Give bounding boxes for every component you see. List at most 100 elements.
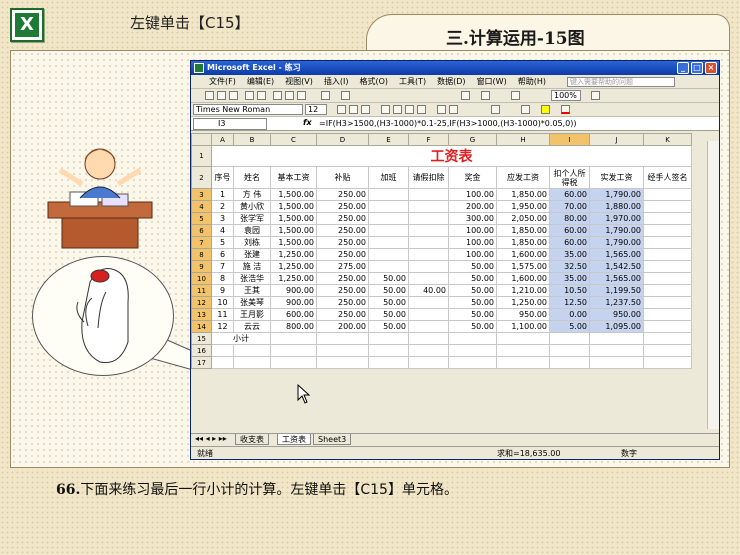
table-header-cell[interactable]: 加班 <box>368 166 409 189</box>
data-cell[interactable] <box>316 344 369 357</box>
data-cell[interactable]: 50.00 <box>368 272 409 285</box>
data-cell[interactable]: 1,210.00 <box>496 284 550 297</box>
data-cell[interactable]: 12.50 <box>549 296 590 309</box>
data-cell[interactable] <box>549 356 590 369</box>
italic-icon[interactable] <box>349 105 358 114</box>
font-size-select[interactable]: 12 <box>305 104 327 115</box>
data-cell[interactable] <box>408 260 449 273</box>
preview-icon[interactable] <box>257 91 266 100</box>
data-cell[interactable] <box>368 188 409 201</box>
row-header[interactable]: 6 <box>191 224 212 237</box>
data-cell[interactable]: 60.00 <box>549 188 590 201</box>
data-cell[interactable]: 50.00 <box>448 320 497 333</box>
table-header-cell[interactable]: 实发工资 <box>589 166 644 189</box>
data-cell[interactable]: 50.00 <box>448 272 497 285</box>
data-cell[interactable]: 1,250.00 <box>270 260 317 273</box>
select-all-corner[interactable] <box>191 133 212 146</box>
data-cell[interactable]: 60.00 <box>549 224 590 237</box>
data-cell[interactable]: 1,100.00 <box>496 320 550 333</box>
data-cell[interactable]: 张美琴 <box>233 296 271 309</box>
data-cell[interactable]: 1,500.00 <box>270 188 317 201</box>
data-cell[interactable] <box>408 248 449 261</box>
data-cell[interactable] <box>589 332 644 345</box>
data-cell[interactable]: 1,250.00 <box>496 296 550 309</box>
data-cell[interactable]: 1,880.00 <box>589 200 644 213</box>
data-cell[interactable]: 7 <box>211 260 234 273</box>
data-cell[interactable]: 100.00 <box>448 224 497 237</box>
indent-icon[interactable] <box>491 105 500 114</box>
data-cell[interactable] <box>643 332 692 345</box>
column-header[interactable]: I <box>549 133 590 146</box>
column-header[interactable]: F <box>408 133 449 146</box>
data-cell[interactable] <box>589 344 644 357</box>
help-search-input[interactable]: 键入需要帮助的问题 <box>567 77 675 87</box>
row-header[interactable]: 2 <box>191 166 212 189</box>
data-cell[interactable] <box>643 200 692 213</box>
data-cell[interactable]: 1,500.00 <box>270 212 317 225</box>
data-cell[interactable] <box>549 332 590 345</box>
data-cell[interactable]: 1,500.00 <box>270 200 317 213</box>
row-header[interactable]: 16 <box>191 344 212 357</box>
data-cell[interactable]: 1,250.00 <box>270 248 317 261</box>
data-cell[interactable] <box>549 344 590 357</box>
tab-shouzhi[interactable]: 收支表 <box>235 434 269 445</box>
data-cell[interactable] <box>448 344 497 357</box>
data-cell[interactable]: 50.00 <box>448 308 497 321</box>
data-cell[interactable]: 600.00 <box>270 308 317 321</box>
cut-icon[interactable] <box>273 91 282 100</box>
row-header[interactable]: 11 <box>191 284 212 297</box>
menu-file[interactable]: 文件(F) <box>209 76 236 87</box>
data-cell[interactable] <box>233 344 271 357</box>
data-cell[interactable] <box>643 212 692 225</box>
data-cell[interactable] <box>408 308 449 321</box>
data-cell[interactable]: 250.00 <box>316 296 369 309</box>
data-cell[interactable]: 40.00 <box>408 284 449 297</box>
data-cell[interactable]: 250.00 <box>316 236 369 249</box>
data-cell[interactable]: 1,850.00 <box>496 188 550 201</box>
data-cell[interactable]: 100.00 <box>448 188 497 201</box>
data-cell[interactable] <box>643 272 692 285</box>
column-header[interactable]: J <box>589 133 644 146</box>
data-cell[interactable] <box>211 344 234 357</box>
data-cell[interactable]: 300.00 <box>448 212 497 225</box>
data-cell[interactable]: 275.00 <box>316 260 369 273</box>
data-cell[interactable]: 王月影 <box>233 308 271 321</box>
menu-edit[interactable]: 编辑(E) <box>247 76 274 87</box>
currency-icon[interactable] <box>437 105 446 114</box>
column-header[interactable]: A <box>211 133 234 146</box>
data-cell[interactable] <box>408 272 449 285</box>
table-header-cell[interactable]: 经手人签名 <box>643 166 692 189</box>
column-header[interactable]: D <box>316 133 369 146</box>
data-cell[interactable]: 1,850.00 <box>496 236 550 249</box>
data-cell[interactable]: 1,237.50 <box>589 296 644 309</box>
data-cell[interactable] <box>270 356 317 369</box>
table-header-cell[interactable]: 补贴 <box>316 166 369 189</box>
font-color-icon[interactable] <box>561 105 570 114</box>
data-cell[interactable]: 张学军 <box>233 212 271 225</box>
data-cell[interactable] <box>643 308 692 321</box>
data-cell[interactable]: 1 <box>211 188 234 201</box>
data-cell[interactable]: 900.00 <box>270 284 317 297</box>
tab-sheet3[interactable]: Sheet3 <box>313 434 352 445</box>
zoom-select[interactable]: 100% <box>551 90 581 101</box>
data-cell[interactable]: 250.00 <box>316 224 369 237</box>
row-header[interactable]: 8 <box>191 248 212 261</box>
table-header-cell[interactable]: 奖金 <box>448 166 497 189</box>
fill-color-icon[interactable] <box>541 105 550 114</box>
subtotal-label-cell[interactable]: 小计 <box>211 332 271 345</box>
align-left-icon[interactable] <box>381 105 390 114</box>
data-cell[interactable]: 方 伟 <box>233 188 271 201</box>
data-cell[interactable]: 袁园 <box>233 224 271 237</box>
menu-help[interactable]: 帮助(H) <box>518 76 546 87</box>
data-cell[interactable]: 950.00 <box>589 308 644 321</box>
data-cell[interactable]: 250.00 <box>316 200 369 213</box>
data-cell[interactable]: 80.00 <box>549 212 590 225</box>
data-cell[interactable]: 60.00 <box>549 236 590 249</box>
data-cell[interactable] <box>643 344 692 357</box>
column-header[interactable]: K <box>643 133 692 146</box>
row-header[interactable]: 17 <box>191 356 212 369</box>
data-cell[interactable] <box>408 344 449 357</box>
vertical-scrollbar[interactable] <box>707 141 719 429</box>
data-cell[interactable]: 1,199.50 <box>589 284 644 297</box>
bold-icon[interactable] <box>337 105 346 114</box>
